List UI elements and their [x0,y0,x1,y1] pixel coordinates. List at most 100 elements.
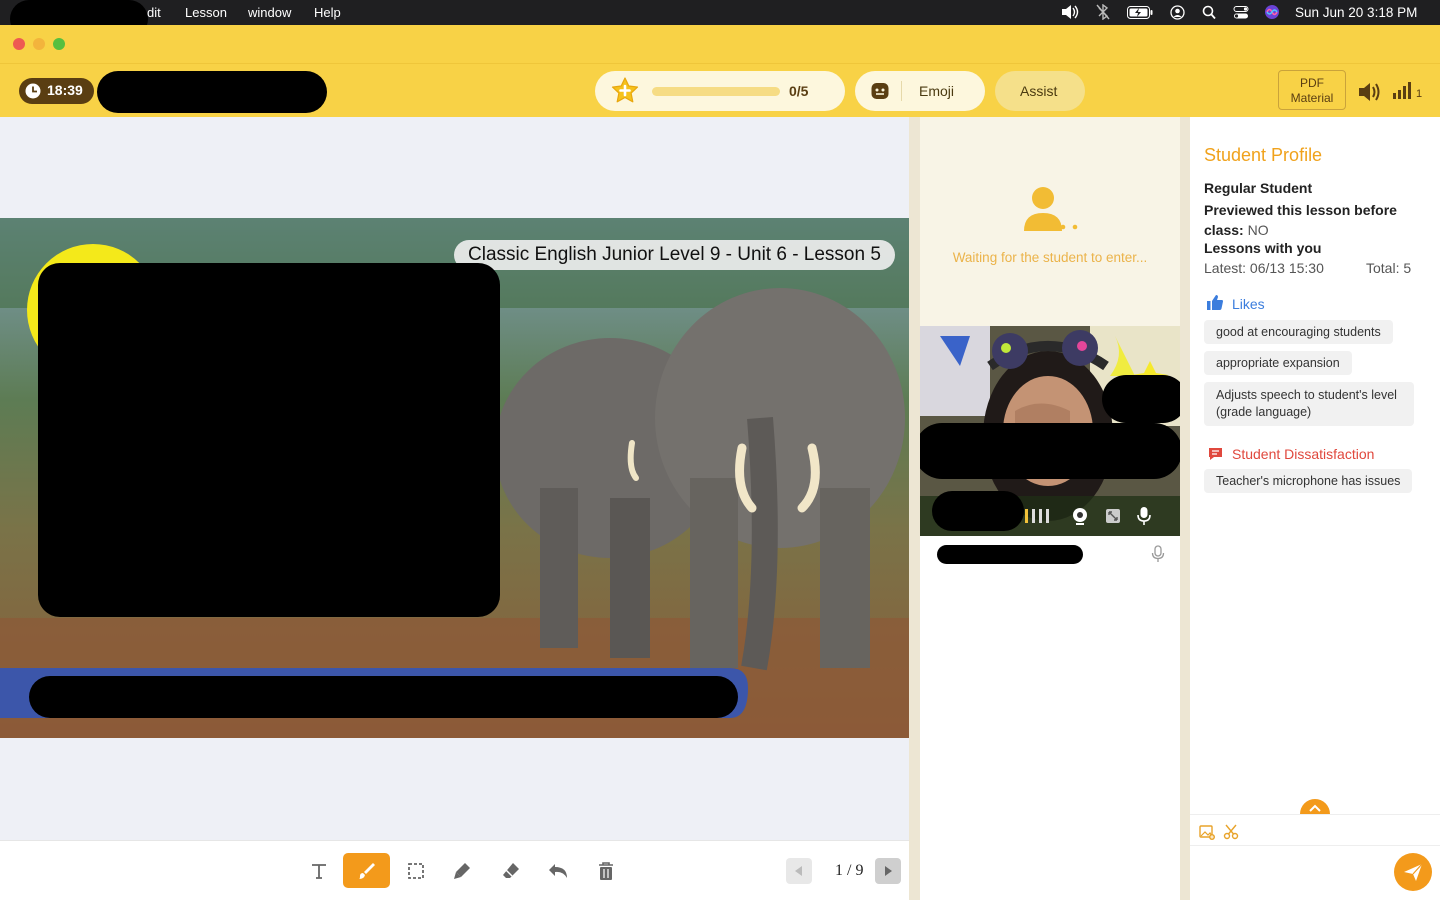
previewed-row: Previewed this lesson before class: NO [1204,200,1429,240]
student-type: Regular Student [1204,180,1313,196]
minimize-window-button[interactable] [33,38,45,50]
class-timer: 18:39 [19,78,94,104]
triangle-right-icon [885,866,892,876]
pdf-label-line1: PDF [1300,76,1324,90]
brush-icon [358,862,375,879]
panel-divider-right[interactable] [1180,117,1190,900]
thumbs-up-icon [1207,295,1223,313]
lesson-title: Classic English Junior Level 9 - Unit 6 … [468,244,881,265]
whiteboard-area[interactable]: Classic English Junior Level 9 - Unit 6 … [0,117,909,840]
brush-tool-button[interactable] [343,853,390,888]
trash-icon[interactable] [590,855,622,887]
student-profile-panel: Student Profile Regular Student Previewe… [1190,117,1440,900]
fullscreen-icon[interactable] [1105,508,1121,529]
lesson-slide[interactable]: Classic English Junior Level 9 - Unit 6 … [0,218,909,738]
menu-lesson[interactable]: Lesson [185,5,227,20]
audio-level-icon [1025,508,1051,529]
send-paper-plane-icon [1404,863,1423,881]
like-chip: Adjusts speech to student's level (grade… [1204,382,1414,426]
like-chip: appropriate expansion [1204,351,1352,375]
redacted-video-overlay-mid [920,423,1180,479]
profile-title: Student Profile [1204,145,1323,165]
pdf-material-button[interactable]: PDF Material [1278,70,1346,110]
chat-input-area[interactable] [1190,846,1390,900]
reward-stars-panel[interactable]: 0/5 [595,71,845,111]
menu-help[interactable]: Help [314,5,341,20]
menu-window[interactable]: window [248,5,291,20]
redacted-slide-caption [29,676,738,718]
triangle-left-icon [795,866,802,876]
like-chip: good at encouraging students [1204,320,1393,344]
undo-icon[interactable] [542,855,574,887]
page-total: 9 [855,862,864,879]
add-image-icon[interactable] [1199,824,1215,843]
drawing-toolbar: 1 / 9 [0,840,909,900]
user-account-icon[interactable] [1170,5,1185,23]
highlighter-icon[interactable] [446,855,478,887]
video-controls-bar [920,491,1180,536]
text-tool-icon[interactable] [303,855,335,887]
dissatisfaction-chip: Teacher's microphone has issues [1204,469,1413,493]
emoji-button[interactable]: Emoji [855,71,985,111]
stars-count: 0/5 [789,83,809,99]
previewed-value: NO [1247,222,1269,238]
star-reward-icon[interactable] [610,76,640,111]
menubar-clock[interactable]: Sun Jun 20 3:18 PM [1295,5,1417,20]
window-titlebar [0,25,1440,63]
eraser-icon[interactable] [495,855,527,887]
close-window-button[interactable] [13,38,25,50]
emoji-divider [901,81,902,101]
bluetooth-off-icon[interactable] [1096,3,1110,23]
lesson-title-banner: Classic English Junior Level 9 - Unit 6 … [454,240,895,270]
volume-icon[interactable] [1060,4,1080,23]
previewed-label: Previewed this lesson before class: [1204,202,1397,238]
collapse-up-button[interactable] [1300,799,1330,814]
latest-lesson: Latest: 06/13 15:30 [1204,260,1324,276]
menu-edit[interactable]: dit [147,5,161,20]
camera-icon[interactable] [1071,507,1089,530]
select-rectangle-icon[interactable] [400,855,432,887]
page-indicator: 1 / 9 [835,862,863,880]
teacher-video[interactable] [920,326,1180,536]
zoom-window-button[interactable] [53,38,65,50]
panel-divider-left[interactable] [909,117,920,900]
student-avatar-icon [1021,185,1079,240]
microphone-icon[interactable] [1137,506,1151,531]
redacted-video-name [932,491,1024,531]
redacted-teacher-label [937,545,1083,564]
teacher-name-row [920,536,1180,572]
menubar: dit Lesson window Help Sun Jun 20 3:18 P… [0,0,1440,38]
scissors-icon[interactable] [1223,824,1239,843]
redacted-teacher-name [97,71,327,113]
chat-tools-divider [1190,814,1440,815]
spotlight-search-icon[interactable] [1202,5,1216,23]
next-page-button[interactable] [875,858,901,884]
battery-icon[interactable] [1127,6,1153,22]
dissatisfaction-title: Student Dissatisfaction [1232,446,1375,462]
redacted-video-overlay-top [1102,375,1180,423]
timer-value: 18:39 [47,82,83,98]
clock-icon [24,82,42,103]
chevron-up-icon [1309,804,1321,812]
redacted-slide-content [38,263,500,617]
prev-page-button[interactable] [786,858,812,884]
waiting-for-student-text: Waiting for the student to enter... [952,250,1148,265]
send-button[interactable] [1394,853,1432,891]
assist-button[interactable]: Assist [995,71,1085,111]
speaker-icon[interactable] [1357,81,1381,108]
student-video-placeholder: Waiting for the student to enter... [920,117,1180,326]
network-signal-icon [1393,82,1413,105]
emoji-face-icon [870,81,890,106]
likes-title: Likes [1232,296,1265,312]
emoji-label: Emoji [919,83,955,99]
classroom-toolbar: 18:39 0/5 Emoji Assist PDF Material 1 [0,63,1440,117]
page-current: 1 [835,862,843,879]
assist-label: Assist [1020,83,1058,99]
video-column: Waiting for the student to enter... [920,117,1180,900]
signal-count: 1 [1416,88,1423,100]
chat-bubble-icon [1208,447,1223,464]
page-separator: / [847,862,852,879]
control-center-icon[interactable] [1233,5,1249,23]
siri-icon[interactable] [1264,4,1280,23]
pdf-label-line2: Material [1290,91,1334,105]
